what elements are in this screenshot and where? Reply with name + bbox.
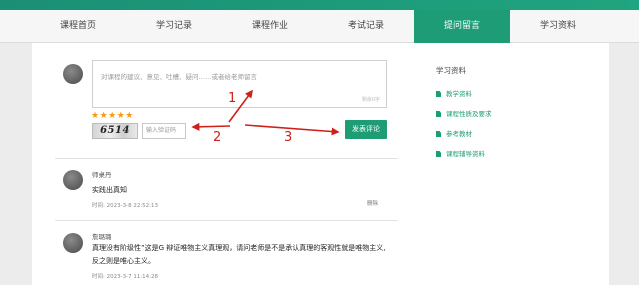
annotation-2: 2 [213, 130, 222, 145]
annotation-1: 1 [228, 91, 237, 106]
annotation-3: 3 [284, 130, 293, 145]
arrow-to-captcha [191, 122, 231, 131]
annotation-arrows [191, 89, 340, 136]
